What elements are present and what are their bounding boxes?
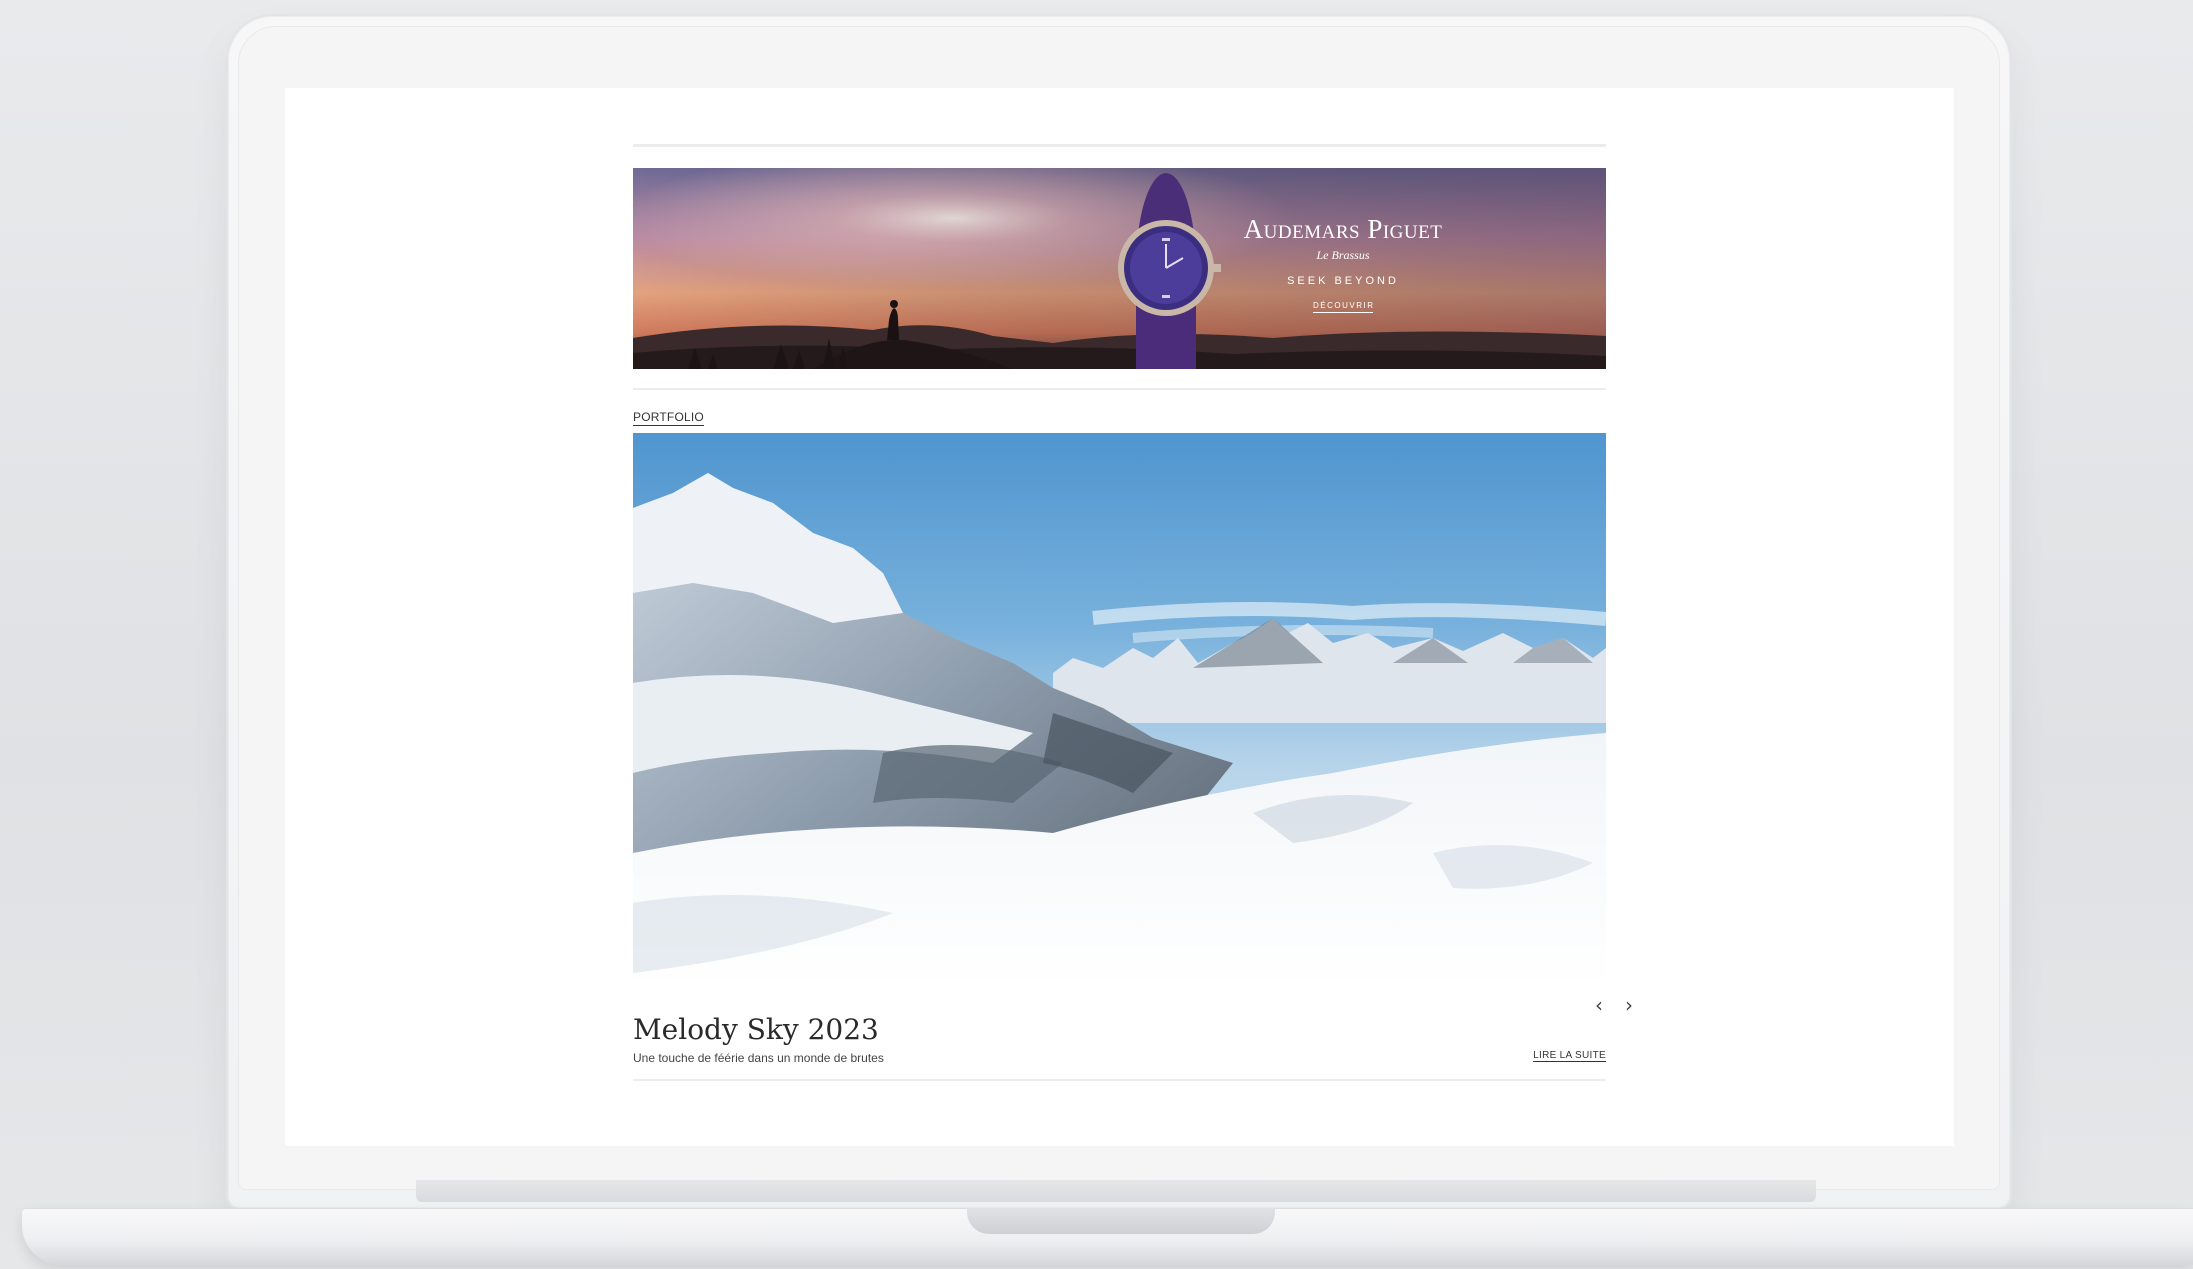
- laptop-hinge: [416, 1180, 1816, 1202]
- mockup-stage: Audemars Piguet Le Brassus SEEK BEYOND D…: [0, 0, 2193, 1269]
- article-subtitle: Une touche de féérie dans un monde de br…: [633, 1051, 884, 1065]
- ad-tagline: SEEK BEYOND: [1287, 275, 1399, 287]
- ad-cta-link[interactable]: DÉCOUVRIR: [1313, 301, 1373, 313]
- ad-banner[interactable]: Audemars Piguet Le Brassus SEEK BEYOND D…: [633, 168, 1606, 369]
- hero-landscape: [633, 433, 1606, 989]
- top-divider: [633, 144, 1606, 147]
- ad-divider: [633, 388, 1606, 390]
- ad-banner-image: [633, 168, 1606, 369]
- ad-brand-logo: Audemars Piguet: [1243, 214, 1443, 244]
- laptop-notch: [967, 1208, 1275, 1234]
- laptop-screen: Audemars Piguet Le Brassus SEEK BEYOND D…: [285, 88, 1954, 1146]
- chevron-left-icon[interactable]: ‹: [1595, 995, 1603, 1015]
- ad-brand-subline: Le Brassus: [1316, 248, 1370, 262]
- read-more-link[interactable]: LIRE LA SUITE: [1533, 1050, 1606, 1062]
- chevron-right-icon[interactable]: ›: [1625, 995, 1633, 1015]
- article-title[interactable]: Melody Sky 2023: [633, 1013, 879, 1046]
- bottom-divider: [633, 1079, 1606, 1081]
- section-label[interactable]: PORTFOLIO: [633, 410, 704, 426]
- hero-image[interactable]: [633, 433, 1606, 989]
